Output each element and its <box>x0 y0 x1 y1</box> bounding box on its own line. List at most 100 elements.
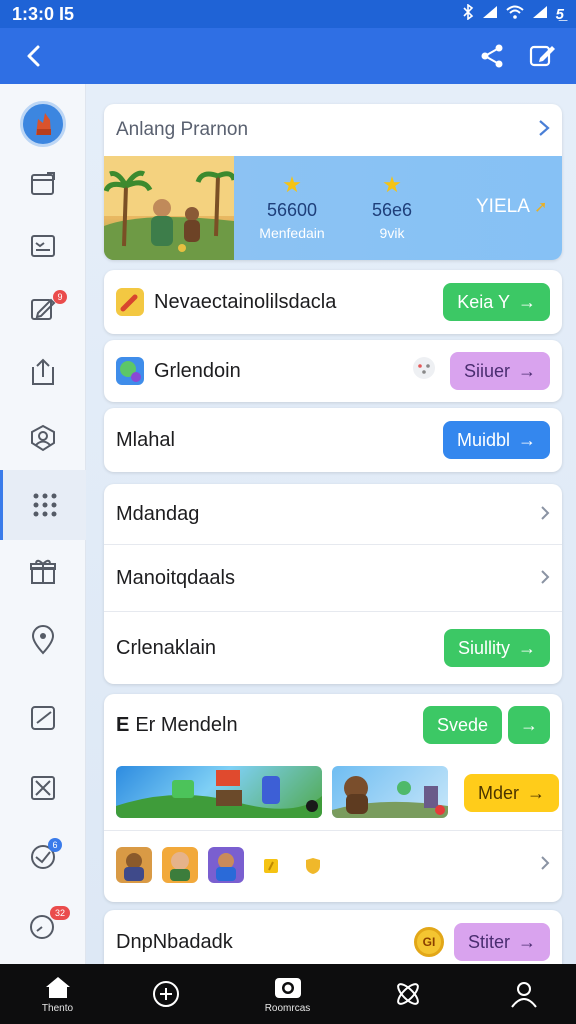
arrow-left-icon <box>27 45 40 67</box>
game-avatars-row[interactable] <box>104 831 562 901</box>
nav-home[interactable]: Thento <box>0 964 115 1024</box>
nav-atom[interactable] <box>350 964 465 1024</box>
arrow-right-icon: → <box>518 429 536 450</box>
stat-2: ★ 56e6 9vik <box>362 172 422 241</box>
list-item[interactable]: Nevaectainolilsdacla Keia Y → <box>104 270 562 334</box>
bluetooth-icon <box>462 3 474 24</box>
banner-cta[interactable]: YIELA ➚ <box>476 196 548 218</box>
star-icon: ★ <box>282 172 302 197</box>
list-item[interactable]: Grlendoin Siiuer → <box>104 340 562 402</box>
rail-item-gift[interactable] <box>0 540 86 604</box>
arrow-right-icon: → <box>520 714 538 735</box>
star-icon: ★ <box>382 172 402 197</box>
location-icon <box>31 625 55 655</box>
game-logo-icon: E <box>116 713 130 736</box>
game-card-button[interactable]: Svede <box>422 706 502 744</box>
rail-item-check[interactable] <box>0 686 86 750</box>
rail-item-profile-shield[interactable] <box>0 406 86 470</box>
signal-icon <box>482 5 498 23</box>
chevron-right-icon <box>540 565 550 591</box>
mail-x-icon <box>31 776 55 800</box>
row-label: Mlahal <box>116 428 175 451</box>
arrow-right-icon: → <box>518 931 536 952</box>
profile-card: Anlang Prarnon ★ 56600 Menfedain ★ 56e6 … <box>104 104 562 260</box>
rail-item-compose[interactable]: 9 <box>0 276 86 340</box>
row-2-button-label: Siiuer <box>463 360 510 381</box>
menu-item-2[interactable]: Manoitqdaals <box>104 545 562 611</box>
rail-avatar[interactable] <box>0 92 86 156</box>
chevron-right-icon <box>540 855 550 876</box>
menu-item-3[interactable]: Crlenaklain Siullity → <box>104 612 562 684</box>
app-icon <box>116 357 144 385</box>
menu-item-3-button[interactable]: Siullity → <box>443 629 550 667</box>
banner-artwork <box>104 156 237 260</box>
id-card-icon <box>31 235 55 257</box>
game-thumbnail-1[interactable] <box>116 766 322 818</box>
row-card-3: Mlahal Muidbl → <box>104 408 562 472</box>
dots-icon <box>412 356 436 386</box>
rail-item-mail-x[interactable] <box>0 756 86 820</box>
list-item[interactable]: Mlahal Muidbl → <box>104 408 562 472</box>
last-row-button[interactable]: Stiter → <box>453 923 550 961</box>
rail-item-id-card[interactable] <box>0 214 86 278</box>
game-avatar-2 <box>162 847 198 883</box>
stat-2-value: 56e6 <box>371 200 413 220</box>
profile-shield-icon <box>31 424 55 452</box>
rail-item-globe[interactable]: 6 <box>0 824 86 888</box>
thumbnail-button[interactable]: Mder → <box>464 774 560 812</box>
arrow-right-icon: → <box>518 637 536 658</box>
wifi-icon <box>505 5 524 23</box>
row-card-last: DnpNbadadk GI Stiter → <box>104 910 562 964</box>
rail-item-location[interactable] <box>0 608 86 672</box>
row-2-button[interactable]: Siiuer → <box>449 352 550 390</box>
rail-item-upload[interactable] <box>0 340 86 404</box>
compass-icon <box>152 981 179 1007</box>
menu-item-1[interactable]: Mdandag <box>104 484 562 544</box>
side-rail: 9 6 32 <box>0 84 86 964</box>
menu-item-label: Crlenaklain <box>116 636 217 659</box>
game-card-button-label: Svede <box>436 714 488 735</box>
row-label: DnpNbadadk <box>116 930 233 953</box>
row-1-button-label: Keia Y <box>457 291 510 312</box>
row-3-button-label: Muidbl <box>456 429 510 450</box>
rail-item-timer[interactable]: 32 <box>0 894 86 958</box>
nav-profile[interactable] <box>466 964 576 1024</box>
app-bar <box>0 28 576 84</box>
grid-icon <box>33 493 56 517</box>
share-button[interactable] <box>474 38 510 74</box>
profile-header-row[interactable]: Anlang Prarnon <box>104 104 562 156</box>
arrow-right-icon: → <box>527 782 546 803</box>
check-square-icon <box>31 706 55 730</box>
thumbnail-button-label: Mder <box>478 782 520 803</box>
game-card-arrow-button[interactable]: → <box>508 706 550 744</box>
row-label: Nevaectainolilsdacla <box>154 290 337 313</box>
stat-1-value: 56600 <box>266 200 318 220</box>
gift-icon <box>30 559 56 584</box>
last-row-button-label: Stiter <box>467 931 510 952</box>
row-label: Grlendoin <box>154 359 241 382</box>
game-thumbnail-2[interactable] <box>332 766 448 818</box>
game-card: E Er Mendeln Svede → Mder → <box>104 694 562 902</box>
game-avatar-3 <box>208 847 244 883</box>
list-item[interactable]: DnpNbadadk GI Stiter → <box>104 910 562 964</box>
cell-signal-icon <box>532 5 548 23</box>
profile-banner: ★ 56600 Menfedain ★ 56e6 9vik YIELA ➚ <box>104 156 562 260</box>
row-1-button[interactable]: Keia Y → <box>443 283 550 321</box>
edit-button[interactable] <box>524 38 560 74</box>
nav-explore[interactable] <box>108 964 223 1024</box>
back-button[interactable] <box>16 38 52 74</box>
coin-icon <box>262 857 280 880</box>
row-3-button[interactable]: Muidbl → <box>442 421 550 459</box>
game-avatar-1 <box>116 847 152 883</box>
row-card-1: Nevaectainolilsdacla Keia Y → <box>104 270 562 334</box>
medal-badge: GI <box>413 927 444 957</box>
nav-camera[interactable]: Roomrcas <box>230 964 345 1024</box>
game-thumbnails: Mder → <box>104 756 562 830</box>
battery-text: 5̲̲̲ <box>555 5 564 23</box>
game-card-title: Er Mendeln <box>135 713 238 736</box>
banner-cta-label: YIELA <box>476 196 529 217</box>
rail-item-window[interactable] <box>0 152 86 216</box>
stat-1: ★ 56600 Menfedain <box>252 172 332 241</box>
rail-item-grid[interactable] <box>0 470 86 540</box>
arrow-right-icon: → <box>518 291 536 312</box>
